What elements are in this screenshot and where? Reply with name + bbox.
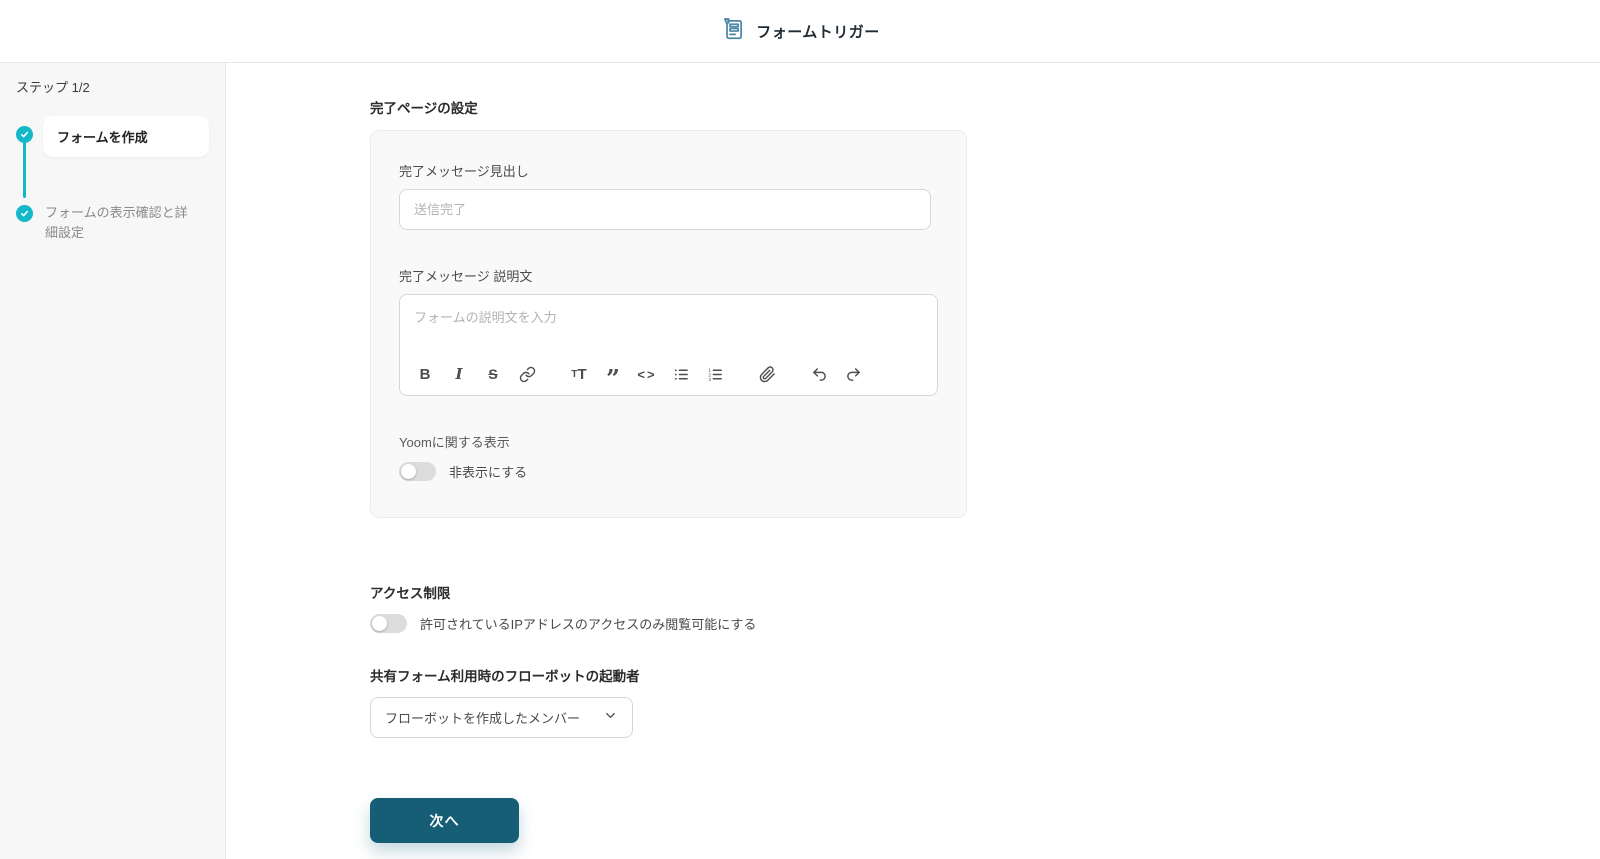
- ip-restriction-toggle[interactable]: [370, 614, 407, 633]
- svg-text:3: 3: [708, 376, 711, 382]
- chevron-down-icon: [603, 708, 618, 728]
- check-icon: [16, 205, 33, 222]
- completion-settings-card: 完了メッセージ見出し 完了メッセージ 説明文 B I S TT ” <>: [370, 130, 967, 518]
- form-document-icon: [720, 16, 746, 47]
- undo-icon[interactable]: [806, 361, 832, 387]
- completion-heading-label: 完了メッセージ見出し: [399, 164, 529, 179]
- step-counter: ステップ 1/2: [16, 80, 90, 95]
- paperclip-icon[interactable]: [754, 361, 780, 387]
- toggle-knob: [372, 616, 387, 631]
- flowbot-launcher-title: 共有フォーム利用時のフローボットの起動者: [370, 669, 640, 684]
- toggle-knob: [401, 464, 416, 479]
- flowbot-launcher-select[interactable]: フローボットを作成したメンバー: [370, 697, 633, 738]
- flowbot-launcher-section: 共有フォーム利用時のフローボットの起動者 フローボットを作成したメンバー: [370, 665, 1600, 738]
- ip-restriction-toggle-label: 許可されているIPアドレスのアクセスのみ閲覧可能にする: [420, 617, 757, 632]
- flowbot-launcher-selected-value: フローボットを作成したメンバー: [385, 711, 581, 726]
- sidebar-item-create-form[interactable]: フォームを作成: [16, 116, 209, 157]
- steps-sidebar: ステップ 1/2 フォームを作成 フォームの表示確認と詳細設定: [0, 63, 226, 859]
- completion-heading-input[interactable]: [399, 189, 931, 230]
- completion-page-settings-title: 完了ページの設定: [370, 101, 478, 116]
- ordered-list-icon[interactable]: 1 2 3: [702, 361, 728, 387]
- sidebar-item-preview-settings[interactable]: フォームの表示確認と詳細設定: [16, 203, 209, 242]
- access-restriction-title: アクセス制限: [370, 586, 451, 601]
- sidebar-item-label: フォームの表示確認と詳細設定: [45, 205, 188, 240]
- page-title: フォームトリガー: [756, 23, 880, 41]
- strikethrough-icon[interactable]: S: [480, 361, 506, 387]
- yoom-hide-toggle-label: 非表示にする: [449, 465, 528, 480]
- next-button[interactable]: 次へ: [370, 798, 519, 843]
- editor-toolbar: B I S TT ” <> 1 2 3: [400, 357, 937, 395]
- link-icon[interactable]: [514, 361, 540, 387]
- completion-description-label: 完了メッセージ 説明文: [399, 269, 533, 284]
- text-size-icon[interactable]: TT: [566, 361, 592, 387]
- yoom-display-label: Yoomに関する表示: [399, 435, 510, 450]
- rich-text-editor: B I S TT ” <>: [399, 294, 938, 396]
- bold-icon[interactable]: B: [412, 361, 438, 387]
- check-icon: [16, 126, 33, 143]
- bullet-list-icon[interactable]: [668, 361, 694, 387]
- completion-description-input[interactable]: [400, 295, 937, 357]
- italic-icon[interactable]: I: [446, 361, 472, 387]
- yoom-hide-toggle[interactable]: [399, 462, 436, 481]
- blockquote-icon[interactable]: ”: [600, 361, 626, 391]
- sidebar-item-label: フォームを作成: [43, 116, 209, 157]
- access-restriction-section: アクセス制限 許可されているIPアドレスのアクセスのみ閲覧可能にする: [370, 582, 1600, 633]
- redo-icon[interactable]: [840, 361, 866, 387]
- app-header: フォームトリガー: [0, 0, 1600, 63]
- code-icon[interactable]: <>: [634, 361, 660, 387]
- main-content: 完了ページの設定 完了メッセージ見出し 完了メッセージ 説明文 B I S TT: [226, 63, 1600, 859]
